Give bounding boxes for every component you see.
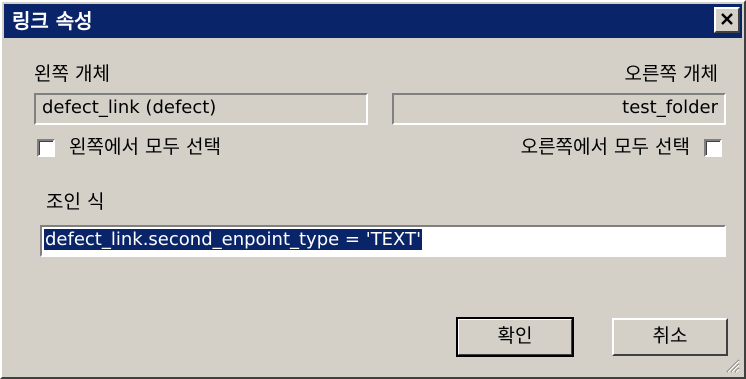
select-all-left-checkbox[interactable]: [37, 139, 55, 157]
left-object-value: defect_link (defect): [42, 97, 217, 118]
close-button[interactable]: [714, 7, 740, 33]
select-all-left-label[interactable]: 왼쪽에서 모두 선택: [69, 135, 221, 159]
ok-button[interactable]: 확인: [456, 317, 574, 357]
left-object-field: defect_link (defect): [34, 93, 368, 125]
right-object-value: test_folder: [622, 97, 718, 118]
select-all-right-label[interactable]: 오른쪽에서 모두 선택: [521, 135, 690, 159]
dialog-title: 링크 속성: [12, 9, 93, 33]
join-expression-label: 조인 식: [46, 191, 105, 213]
link-properties-dialog: 링크 속성 왼쪽 개체 defect_link (defect) 오른쪽 개체 …: [0, 0, 746, 379]
join-expression-input[interactable]: defect_link.second_enpoint_type = 'TEXT': [40, 225, 726, 257]
close-icon: [720, 11, 734, 30]
right-object-label: 오른쪽 개체: [624, 63, 718, 85]
left-object-label: 왼쪽 개체: [34, 63, 110, 85]
select-all-right-checkbox[interactable]: [704, 139, 722, 157]
title-bar[interactable]: 링크 속성: [4, 4, 742, 38]
right-object-field: test_folder: [392, 93, 726, 125]
join-expression-value: defect_link.second_enpoint_type = 'TEXT': [44, 229, 423, 250]
cancel-button[interactable]: 취소: [612, 318, 728, 356]
resize-grip-icon[interactable]: [724, 357, 740, 373]
